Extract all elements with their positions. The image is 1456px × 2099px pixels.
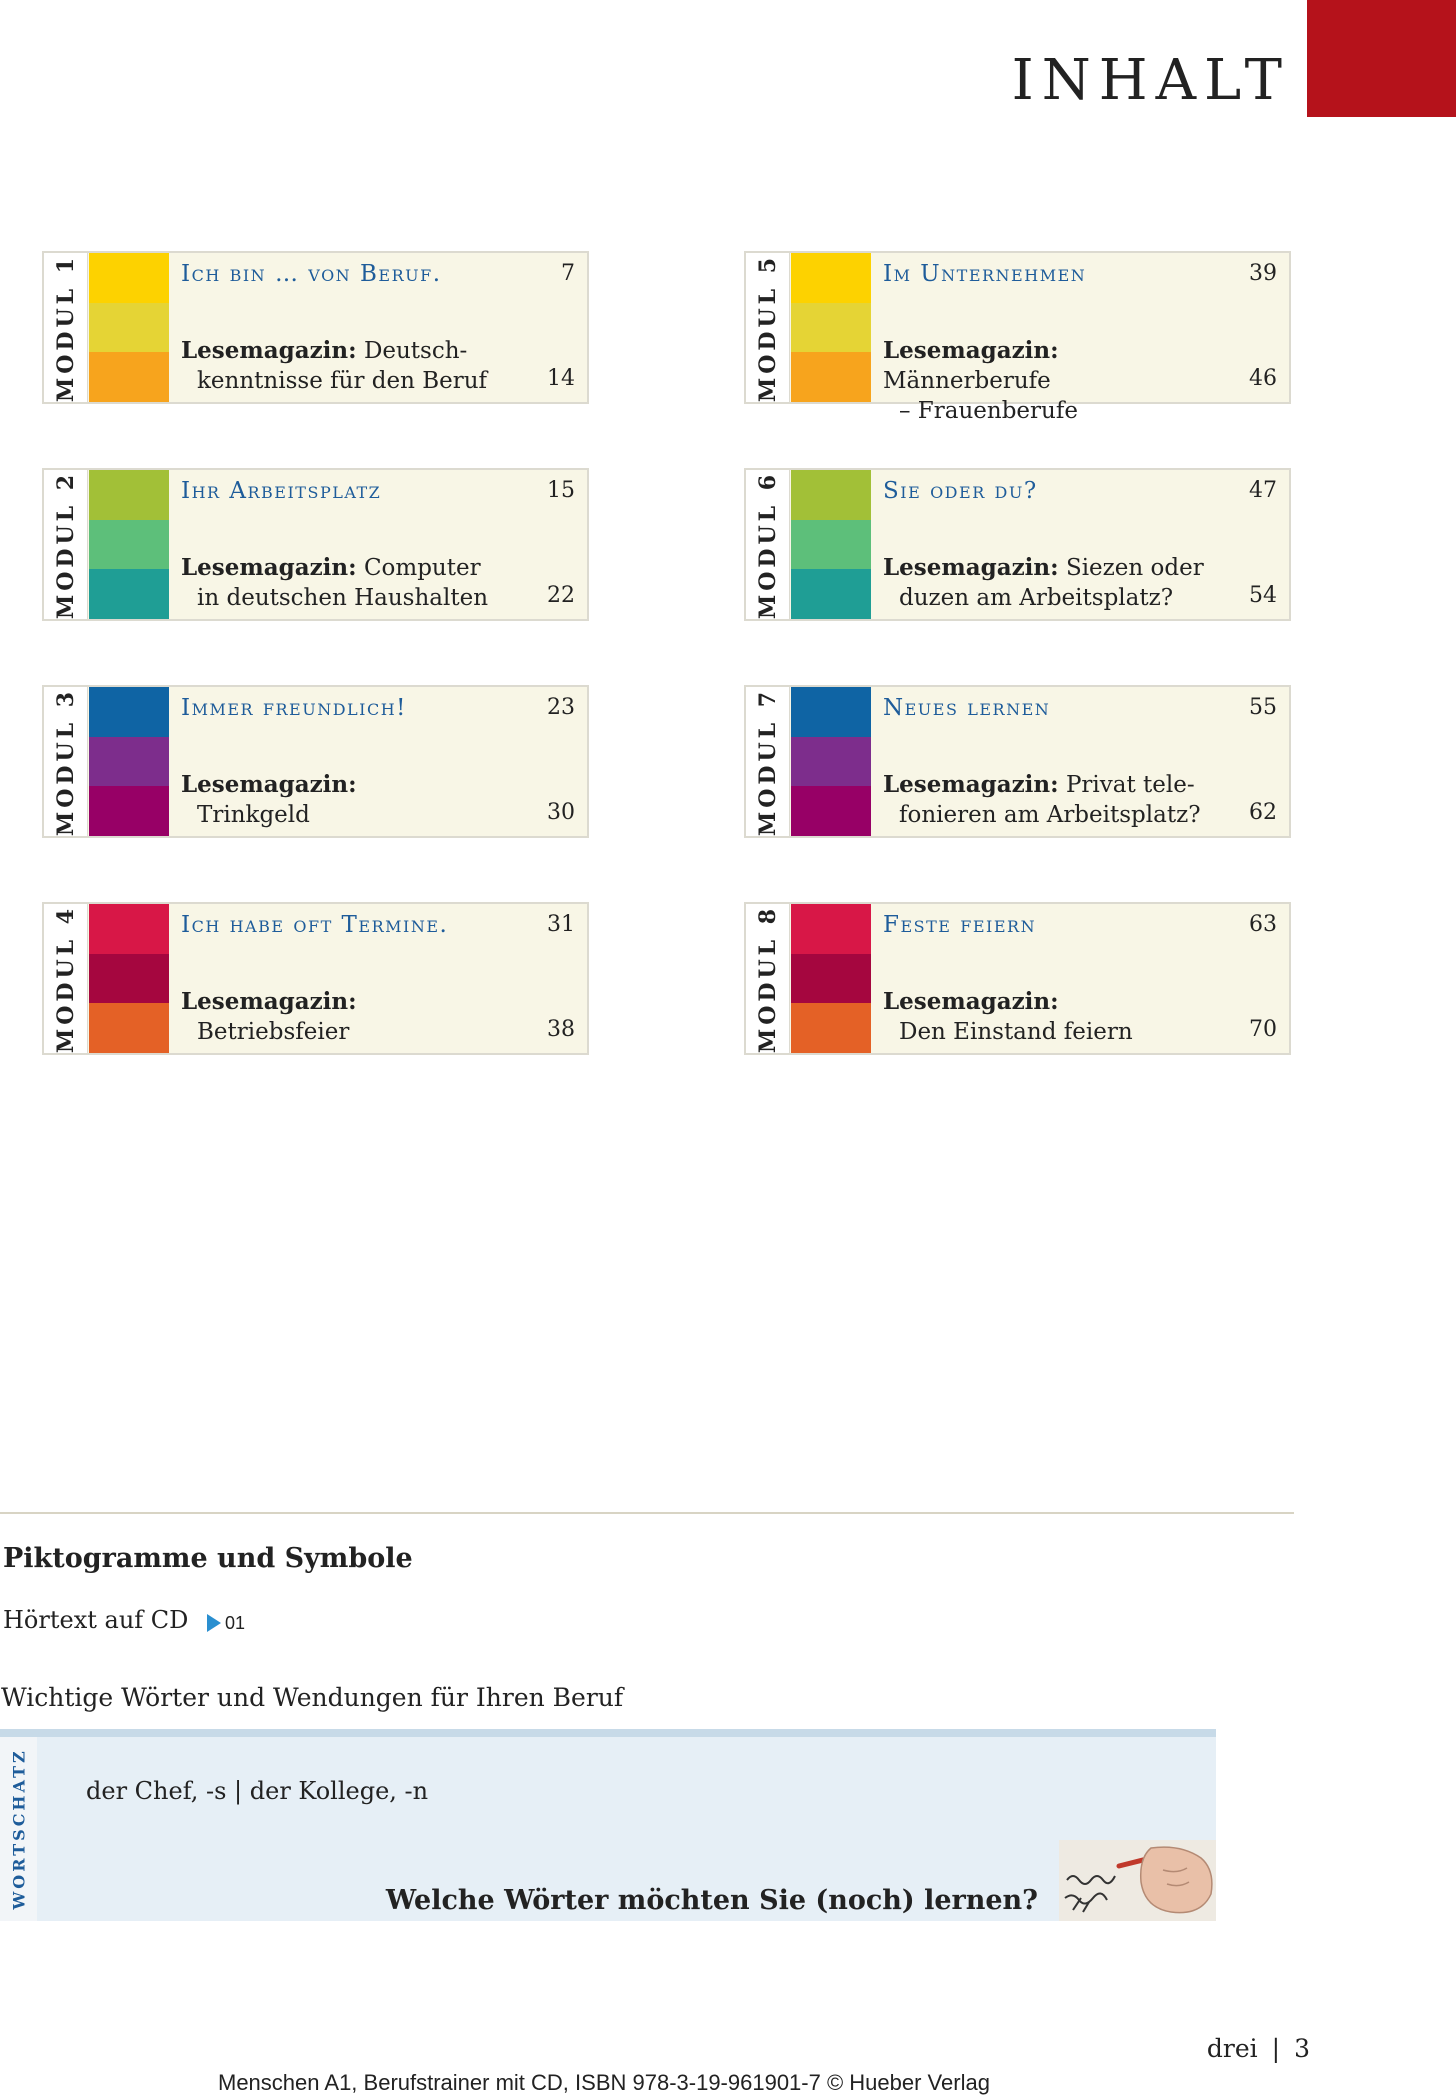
color-bar <box>791 352 871 402</box>
play-icon <box>207 1614 221 1632</box>
color-bar <box>791 520 871 569</box>
modul-label: MODUL 6 <box>746 470 790 619</box>
modul-label: MODUL 1 <box>44 253 88 402</box>
topic-page-number: 23 <box>547 695 575 720</box>
wortschatz-side-label: WORTSCHATZ <box>0 1737 37 1921</box>
modul-topic[interactable]: Sie oder du? <box>883 478 1038 504</box>
color-bar <box>791 687 871 737</box>
color-bars <box>791 687 871 836</box>
page-number: drei | 3 <box>1206 2034 1310 2063</box>
color-bar <box>89 470 169 520</box>
color-bar <box>89 1003 169 1053</box>
color-bar <box>89 569 169 619</box>
modul-topic[interactable]: Im Unternehmen <box>883 261 1086 287</box>
color-bar <box>89 303 169 352</box>
lese-page-number: 14 <box>547 366 575 391</box>
modul-7[interactable]: MODUL 7 Neues lernen 55 Lesemagazin: Pri… <box>744 685 1291 838</box>
lese-page-number: 46 <box>1249 366 1277 391</box>
modul-topic[interactable]: Ihr Arbeitsplatz <box>181 478 381 504</box>
modul-label: MODUL 5 <box>746 253 790 402</box>
modul-3[interactable]: MODUL 3 Immer freundlich! 23 Lesemagazin… <box>42 685 589 838</box>
modul-label: MODUL 8 <box>746 904 790 1053</box>
color-bar <box>89 253 169 303</box>
modul-4[interactable]: MODUL 4 Ich habe oft Termine. 31 Lesemag… <box>42 902 589 1055</box>
color-bars <box>89 687 169 836</box>
page-title: INHALT <box>1011 48 1290 113</box>
lese-page-number: 70 <box>1249 1017 1277 1042</box>
lesemagazin-entry[interactable]: Lesemagazin: Computer in deutschen Hausha… <box>181 553 521 613</box>
cd-track-number: 01 <box>225 1613 246 1633</box>
color-bar <box>89 687 169 737</box>
lesemagazin-entry[interactable]: Lesemagazin: Männerberufe – Frauenberufe <box>883 336 1223 426</box>
color-bar <box>791 954 871 1003</box>
writing-hand-image <box>1059 1840 1216 1921</box>
lesemagazin-entry[interactable]: Lesemagazin: Trinkgeld <box>181 770 521 830</box>
color-bar <box>791 253 871 303</box>
wortschatz-question: Welche Wörter möchten Sie (noch) lernen? <box>385 1885 1038 1916</box>
section-divider <box>0 1512 1294 1514</box>
modul-topic[interactable]: Ich bin … von Beruf. <box>181 261 442 287</box>
lesemagazin-entry[interactable]: Lesemagazin: Den Einstand feiern <box>883 987 1223 1047</box>
modul-topic[interactable]: Immer freundlich! <box>181 695 407 721</box>
lesemagazin-entry[interactable]: Lesemagazin: Betriebsfeier <box>181 987 521 1047</box>
color-bar <box>89 786 169 836</box>
modul-label: MODUL 2 <box>44 470 88 619</box>
lese-page-number: 22 <box>547 583 575 608</box>
pictograms-heading: Piktogramme und Symbole <box>3 1543 413 1574</box>
modul-5[interactable]: MODUL 5 Im Unternehmen 39 Lesemagazin: M… <box>744 251 1291 424</box>
color-bar <box>89 520 169 569</box>
color-bars <box>89 470 169 619</box>
wortschatz-box: WORTSCHATZ der Chef, -s | der Kollege, -… <box>0 1729 1216 1921</box>
lese-page-number: 30 <box>547 800 575 825</box>
color-bar <box>791 470 871 520</box>
modul-6[interactable]: MODUL 6 Sie oder du? 47 Lesemagazin: Sie… <box>744 468 1291 621</box>
color-bars <box>791 470 871 619</box>
wortschatz-top-bar <box>0 1729 1216 1737</box>
footer-credit: Menschen A1, Berufstrainer mit CD, ISBN … <box>218 2070 990 2095</box>
modul-topic[interactable]: Neues lernen <box>883 695 1050 721</box>
corner-color-tab <box>1307 0 1456 117</box>
modul-label: MODUL 4 <box>44 904 88 1053</box>
modul-8[interactable]: MODUL 8 Feste feiern 63 Lesemagazin: Den… <box>744 902 1291 1055</box>
color-bars <box>89 253 169 402</box>
color-bar <box>791 1003 871 1053</box>
topic-page-number: 63 <box>1249 912 1277 937</box>
topic-page-number: 31 <box>547 912 575 937</box>
lese-page-number: 54 <box>1249 583 1277 608</box>
modul-label: MODUL 3 <box>44 687 88 836</box>
wortschatz-example: der Chef, -s | der Kollege, -n <box>86 1777 429 1805</box>
modul-1[interactable]: MODUL 1 Ich bin … von Beruf. 7 Lesemagaz… <box>42 251 589 404</box>
vocab-description: Wichtige Wörter und Wendungen für Ihren … <box>1 1683 624 1712</box>
color-bars <box>791 904 871 1053</box>
modul-2[interactable]: MODUL 2 Ihr Arbeitsplatz 15 Lesemagazin:… <box>42 468 589 621</box>
color-bar <box>791 786 871 836</box>
lesemagazin-entry[interactable]: Lesemagazin: Siezen oder duzen am Arbeits… <box>883 553 1223 613</box>
topic-page-number: 15 <box>547 478 575 503</box>
color-bars <box>89 904 169 1053</box>
color-bar <box>791 737 871 786</box>
topic-page-number: 39 <box>1249 261 1277 286</box>
topic-page-number: 47 <box>1249 478 1277 503</box>
modul-topic[interactable]: Ich habe oft Termine. <box>181 912 448 938</box>
modul-topic[interactable]: Feste feiern <box>883 912 1036 938</box>
color-bar <box>89 904 169 954</box>
color-bar <box>89 954 169 1003</box>
lesemagazin-entry[interactable]: Lesemagazin: Privat tele-fonieren am Arb… <box>883 770 1223 830</box>
color-bar <box>89 352 169 402</box>
color-bar <box>791 569 871 619</box>
color-bars <box>791 253 871 402</box>
lese-page-number: 62 <box>1249 800 1277 825</box>
hoertext-label: Hörtext auf CD <box>3 1606 189 1634</box>
topic-page-number: 7 <box>561 261 575 286</box>
wortschatz-content: der Chef, -s | der Kollege, -n Welche Wö… <box>37 1737 1216 1921</box>
topic-page-number: 55 <box>1249 695 1277 720</box>
color-bar <box>791 904 871 954</box>
lese-page-number: 38 <box>547 1017 575 1042</box>
color-bar <box>791 303 871 352</box>
lesemagazin-entry[interactable]: Lesemagazin: Deutsch-kenntnisse für den … <box>181 336 521 396</box>
color-bar <box>89 737 169 786</box>
modul-label: MODUL 7 <box>746 687 790 836</box>
